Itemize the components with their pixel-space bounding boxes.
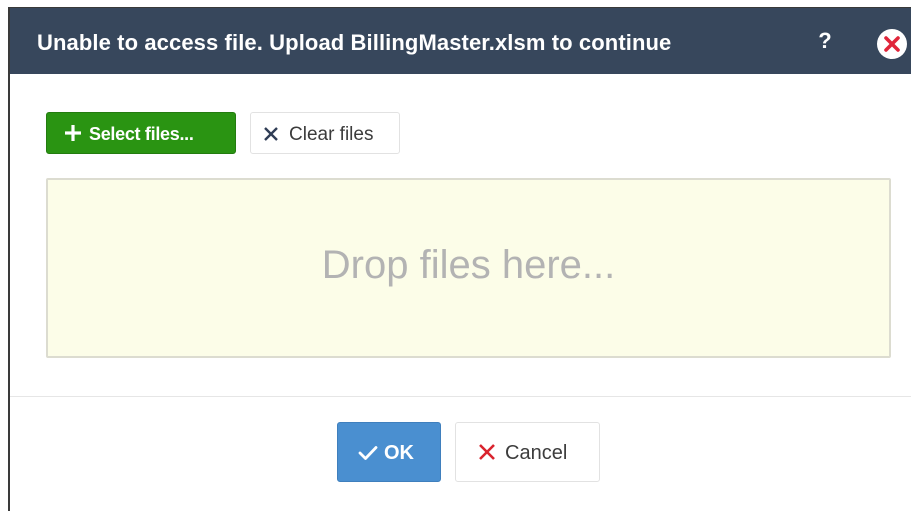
clear-files-label: Clear files (289, 124, 374, 145)
clear-files-button[interactable]: Clear files (250, 112, 400, 154)
select-files-label: Select files... (89, 124, 194, 144)
check-icon (358, 446, 378, 460)
cancel-x-icon (479, 444, 495, 460)
close-x-glyph (884, 36, 900, 52)
dialog-title: Unable to access file. Upload BillingMas… (37, 30, 672, 55)
cancel-button[interactable]: Cancel (455, 422, 600, 482)
ok-button[interactable]: OK (337, 422, 441, 482)
dialog-titlebar: Unable to access file. Upload BillingMas… (10, 8, 911, 74)
help-icon[interactable]: ? (815, 27, 835, 55)
file-dropzone[interactable]: Drop files here... (46, 178, 891, 358)
select-files-button[interactable]: Select files... (46, 112, 236, 154)
dropzone-text: Drop files here... (321, 243, 616, 287)
ok-label: OK (384, 442, 414, 464)
close-icon[interactable] (877, 29, 907, 59)
upload-dialog: Unable to access file. Upload BillingMas… (8, 7, 911, 511)
cancel-label: Cancel (505, 442, 568, 464)
clear-x-icon (264, 127, 278, 141)
footer-divider (10, 396, 911, 397)
plus-icon (65, 125, 81, 141)
